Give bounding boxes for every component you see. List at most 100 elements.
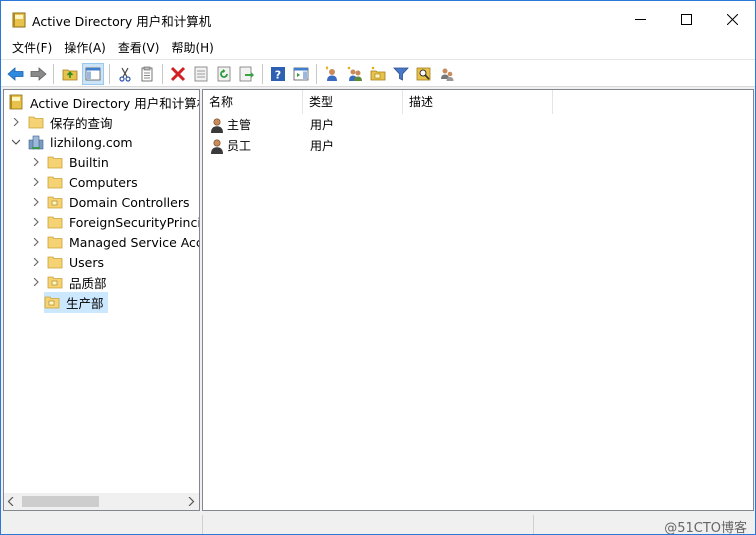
scroll-left-icon[interactable] xyxy=(7,497,15,506)
tree-item-domain-controllers[interactable]: Domain Controllers xyxy=(28,192,191,212)
refresh-button[interactable] xyxy=(213,63,235,85)
tree-item-saved-queries[interactable]: 保存的查询 xyxy=(8,112,115,132)
scroll-right-icon[interactable] xyxy=(187,497,195,506)
help-button[interactable]: ? xyxy=(267,63,289,85)
list-header: 名称 类型 描述 xyxy=(203,90,753,114)
new-ou-icon xyxy=(370,66,386,81)
window-title: Active Directory 用户和计算机 xyxy=(32,14,212,29)
show-hide-console-tree-icon xyxy=(85,67,101,81)
tree-item-quality-dept[interactable]: 品质部 xyxy=(28,272,109,292)
chevron-right-icon[interactable] xyxy=(28,154,44,170)
maximize-button[interactable] xyxy=(663,1,709,37)
tree-item-domain[interactable]: lizhilong.com xyxy=(8,132,135,152)
chevron-right-icon[interactable] xyxy=(28,254,44,270)
cut-button[interactable] xyxy=(114,63,136,85)
new-group-icon xyxy=(347,66,362,81)
maximize-icon xyxy=(680,13,692,25)
toolbar-separator xyxy=(162,64,163,84)
column-header-type[interactable]: 类型 xyxy=(303,90,403,114)
list-item-name: 员工 xyxy=(227,139,252,153)
list-item-name: 主管 xyxy=(227,118,252,132)
ou-folder-icon xyxy=(47,196,63,209)
app-window: Active Directory 用户和计算机 文件(F) 操作(A) 查看(V… xyxy=(0,0,756,535)
chevron-right-icon[interactable] xyxy=(28,274,44,290)
chevron-right-icon[interactable] xyxy=(8,114,24,130)
action-pane-button[interactable] xyxy=(290,63,312,85)
new-group-button[interactable] xyxy=(344,63,366,85)
tree-item-foreign-security-principals[interactable]: ForeignSecurityPrincipa xyxy=(28,212,199,232)
delete-button[interactable] xyxy=(167,63,189,85)
copy-button[interactable] xyxy=(136,63,158,85)
up-one-level-button[interactable] xyxy=(59,63,81,85)
folder-icon xyxy=(47,236,63,249)
tree-item-production-dept[interactable]: 生产部 xyxy=(44,291,108,313)
tree-item-managed-service-accounts[interactable]: Managed Service Acco xyxy=(28,232,199,252)
chevron-down-icon[interactable] xyxy=(8,134,24,150)
find-icon xyxy=(416,67,431,81)
chevron-right-icon[interactable] xyxy=(28,214,44,230)
menu-view[interactable]: 查看(V) xyxy=(112,38,166,58)
cut-icon xyxy=(119,67,131,82)
menu-bar: 文件(F) 操作(A) 查看(V) 帮助(H) xyxy=(1,37,755,59)
watermark-text: @51CTO博客 xyxy=(664,521,747,535)
close-icon xyxy=(726,13,738,25)
find-button[interactable] xyxy=(413,63,435,85)
menu-action[interactable]: 操作(A) xyxy=(58,38,112,58)
add-to-group-icon xyxy=(441,68,454,81)
close-button[interactable] xyxy=(709,1,755,37)
menu-file[interactable]: 文件(F) xyxy=(1,38,58,58)
folder-icon xyxy=(47,156,63,169)
tree-item-label: Users xyxy=(69,254,105,270)
tree-item-label: Computers xyxy=(69,174,138,190)
list-item[interactable]: 员工 用户 xyxy=(203,136,753,156)
menu-help[interactable]: 帮助(H) xyxy=(165,38,219,58)
active-directory-book-icon xyxy=(12,12,26,28)
copy-icon xyxy=(141,66,153,82)
tree-item-builtin[interactable]: Builtin xyxy=(28,152,111,172)
list-item[interactable]: 主管 用户 xyxy=(203,115,753,135)
user-icon xyxy=(211,139,223,154)
tree-item-users[interactable]: Users xyxy=(28,252,106,272)
filter-button[interactable] xyxy=(390,63,412,85)
tree-item-computers[interactable]: Computers xyxy=(28,172,140,192)
status-bar: @51CTO博客 xyxy=(1,513,755,535)
ou-folder-icon xyxy=(44,296,60,309)
delete-icon xyxy=(170,66,186,82)
chevron-right-icon[interactable] xyxy=(28,234,44,250)
toolbar-separator xyxy=(316,64,317,84)
add-to-group-button[interactable] xyxy=(436,63,458,85)
new-ou-button[interactable] xyxy=(367,63,389,85)
list-item-type: 用户 xyxy=(310,139,335,153)
forward-button[interactable] xyxy=(27,63,49,85)
tree-item-label: 生产部 xyxy=(66,295,104,311)
console-tree-pane[interactable]: Active Directory 用户和计算机 保存的查询 lizhilong.… xyxy=(3,89,200,511)
toolbar: ? xyxy=(1,59,755,87)
status-divider xyxy=(533,515,534,534)
new-user-icon xyxy=(325,66,337,81)
active-directory-book-icon xyxy=(9,94,23,110)
minimize-button[interactable] xyxy=(617,1,663,37)
export-list-button[interactable] xyxy=(236,63,258,85)
tree-item-label: 保存的查询 xyxy=(50,115,113,131)
column-header-description[interactable]: 描述 xyxy=(403,90,553,114)
status-divider xyxy=(202,515,203,534)
back-button[interactable] xyxy=(5,63,27,85)
help-icon: ? xyxy=(271,67,285,82)
scrollbar-thumb[interactable] xyxy=(22,496,99,507)
tree-root-label: Active Directory 用户和计算机 xyxy=(30,95,200,111)
properties-icon xyxy=(194,66,208,82)
properties-button[interactable] xyxy=(190,63,212,85)
chevron-right-icon[interactable] xyxy=(28,194,44,210)
selection-highlight: 生产部 xyxy=(44,291,108,313)
tree-item-label: Domain Controllers xyxy=(69,194,190,210)
details-pane[interactable]: 名称 类型 描述 主管 用户 员工 用户 xyxy=(202,89,754,511)
new-user-button[interactable] xyxy=(321,63,343,85)
column-header-name[interactable]: 名称 xyxy=(203,90,303,114)
tree-root[interactable]: Active Directory 用户和计算机 xyxy=(8,92,200,112)
show-hide-console-tree-button[interactable] xyxy=(82,63,104,85)
horizontal-scrollbar[interactable] xyxy=(4,493,199,510)
chevron-right-icon[interactable] xyxy=(28,174,44,190)
domain-icon xyxy=(28,135,44,150)
folder-icon xyxy=(47,256,63,269)
title-bar[interactable]: Active Directory 用户和计算机 xyxy=(1,1,755,37)
